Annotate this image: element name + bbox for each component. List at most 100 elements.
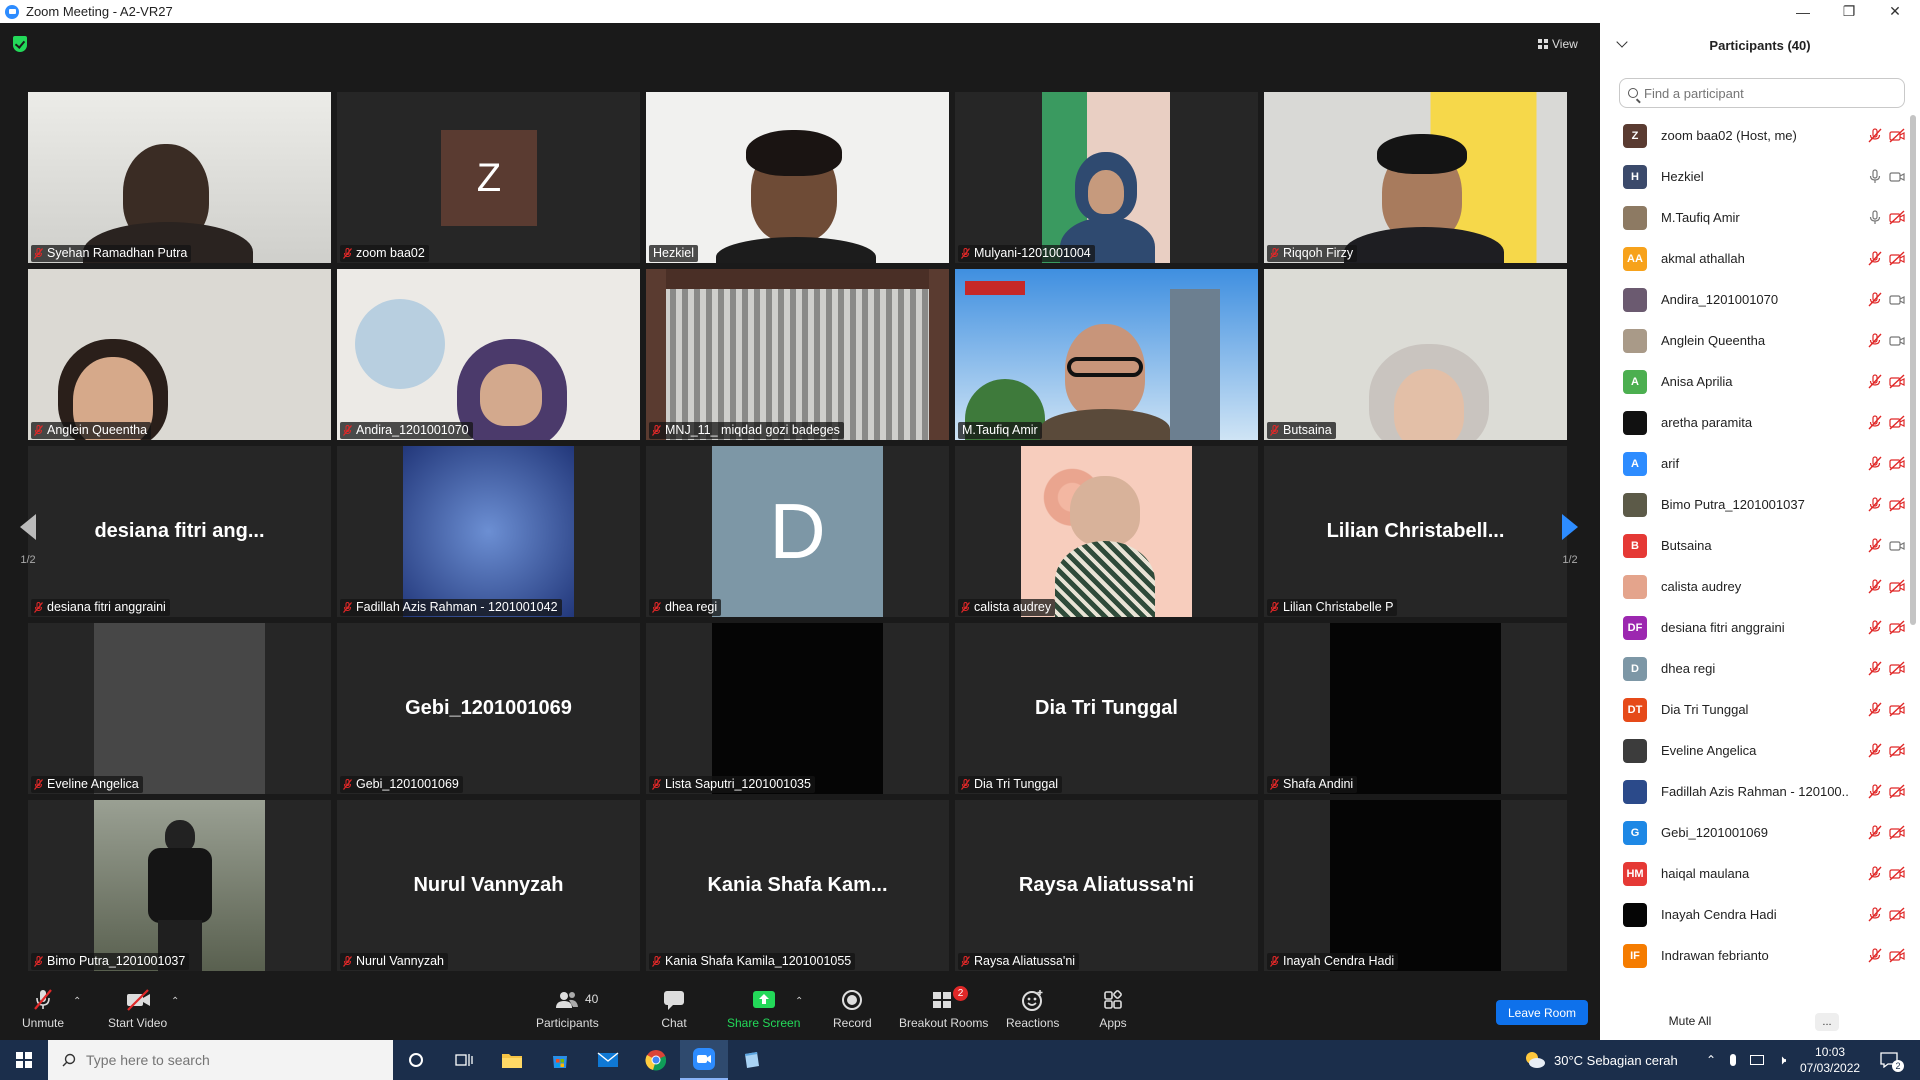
- mic-muted-icon[interactable]: [1867, 292, 1883, 307]
- video-tile[interactable]: MNJ_11_ miqdad gozi badeges: [646, 269, 949, 440]
- mic-muted-icon[interactable]: [1867, 948, 1883, 963]
- video-icon[interactable]: [1889, 333, 1905, 348]
- taskbar-search[interactable]: [48, 1040, 393, 1080]
- unmute-button[interactable]: Unmute: [22, 988, 64, 1030]
- video-tile[interactable]: Shafa Andini: [1264, 623, 1567, 794]
- mic-icon[interactable]: [1867, 169, 1883, 184]
- previous-page-button[interactable]: 1/2: [8, 485, 48, 595]
- chevron-down-icon[interactable]: [1616, 36, 1628, 48]
- mute-all-button[interactable]: Mute All: [1650, 1008, 1730, 1034]
- close-button[interactable]: ✕: [1872, 0, 1918, 23]
- video-tile[interactable]: Andira_1201001070: [337, 269, 640, 440]
- network-icon[interactable]: [1750, 1055, 1765, 1065]
- start-button[interactable]: [0, 1040, 48, 1080]
- reactions-button[interactable]: Reactions: [1006, 988, 1059, 1030]
- participant-row[interactable]: B Butsaina: [1600, 525, 1910, 566]
- mic-muted-icon[interactable]: [1867, 538, 1883, 553]
- mic-muted-icon[interactable]: [1867, 456, 1883, 471]
- video-off-icon[interactable]: [1889, 784, 1905, 799]
- mic-muted-icon[interactable]: [1867, 374, 1883, 389]
- video-tile[interactable]: Ddhea regi: [646, 446, 949, 617]
- video-tile[interactable]: desiana fitri ang... desiana fitri anggra…: [28, 446, 331, 617]
- participant-row[interactable]: Zzoom baa02 (Host, me): [1600, 115, 1910, 156]
- chrome-icon[interactable]: [632, 1040, 680, 1080]
- video-tile[interactable]: Butsaina: [1264, 269, 1567, 440]
- restore-button[interactable]: ❐: [1826, 0, 1872, 23]
- apps-button[interactable]: Apps: [1099, 988, 1127, 1030]
- more-options-button[interactable]: ...: [1815, 1013, 1839, 1031]
- video-tile[interactable]: calista audrey: [955, 446, 1258, 617]
- video-off-icon[interactable]: [1889, 128, 1905, 143]
- video-tile[interactable]: Nurul Vannyzah Nurul Vannyzah: [337, 800, 640, 971]
- participant-row[interactable]: Anglein Queentha: [1600, 320, 1910, 361]
- participant-search-input[interactable]: [1644, 85, 1884, 101]
- video-tile[interactable]: Dia Tri Tunggal Dia Tri Tunggal: [955, 623, 1258, 794]
- zoom-taskbar-icon[interactable]: [680, 1040, 728, 1080]
- participant-search[interactable]: [1619, 78, 1905, 108]
- mic-icon[interactable]: [1867, 210, 1883, 225]
- video-tile[interactable]: Anglein Queentha: [28, 269, 331, 440]
- mic-muted-icon[interactable]: [1867, 128, 1883, 143]
- video-tile[interactable]: Fadillah Azis Rahman - 1201001042: [337, 446, 640, 617]
- video-off-icon[interactable]: [1889, 620, 1905, 635]
- mic-muted-icon[interactable]: [1867, 251, 1883, 266]
- participant-row[interactable]: Fadillah Azis Rahman - 120100...: [1600, 771, 1910, 812]
- video-icon[interactable]: [1889, 292, 1905, 307]
- video-tile[interactable]: Kania Shafa Kam... Kania Shafa Kamila_120…: [646, 800, 949, 971]
- cortana-icon[interactable]: [392, 1040, 440, 1080]
- participant-row[interactable]: Bimo Putra_1201001037: [1600, 484, 1910, 525]
- video-off-icon[interactable]: [1889, 456, 1905, 471]
- video-tile[interactable]: Lilian Christabell... Lilian Christabelle…: [1264, 446, 1567, 617]
- video-tile[interactable]: M.Taufiq Amir: [955, 269, 1258, 440]
- video-tile[interactable]: Raysa Aliatussa'ni Raysa Aliatussa'ni: [955, 800, 1258, 971]
- share-options-caret[interactable]: ⌃: [795, 996, 803, 1007]
- video-off-icon[interactable]: [1889, 866, 1905, 881]
- video-off-icon[interactable]: [1889, 579, 1905, 594]
- view-button[interactable]: View: [1538, 33, 1596, 55]
- notifications-button[interactable]: 2: [1880, 1040, 1904, 1080]
- video-off-icon[interactable]: [1889, 374, 1905, 389]
- video-off-icon[interactable]: [1889, 251, 1905, 266]
- video-tile[interactable]: Mulyani-1201001004: [955, 92, 1258, 263]
- video-tile[interactable]: Eveline Angelica: [28, 623, 331, 794]
- video-off-icon[interactable]: [1889, 948, 1905, 963]
- video-off-icon[interactable]: [1889, 743, 1905, 758]
- mic-muted-icon[interactable]: [1867, 579, 1883, 594]
- video-tile[interactable]: Zzoom baa02: [337, 92, 640, 263]
- leave-room-button[interactable]: Leave Room: [1496, 1000, 1588, 1025]
- participant-row[interactable]: G Gebi_1201001069: [1600, 812, 1910, 853]
- weather-widget[interactable]: 30°C Sebagian cerah: [1524, 1040, 1678, 1080]
- breakout-rooms-button[interactable]: Breakout Rooms: [899, 988, 988, 1030]
- encryption-shield-icon[interactable]: [13, 36, 27, 52]
- video-tile[interactable]: Riqqoh Firzy: [1264, 92, 1567, 263]
- mic-muted-icon[interactable]: [1867, 784, 1883, 799]
- participant-list-scrollbar[interactable]: [1910, 115, 1916, 625]
- clock[interactable]: 10:03 07/03/2022: [1800, 1040, 1860, 1080]
- video-options-caret[interactable]: ⌃: [171, 996, 179, 1007]
- video-off-icon[interactable]: [1889, 825, 1905, 840]
- chevron-up-icon[interactable]: ⌃: [1706, 1053, 1716, 1067]
- mic-muted-icon[interactable]: [1867, 333, 1883, 348]
- next-page-button[interactable]: 1/2: [1550, 485, 1590, 595]
- video-icon[interactable]: [1889, 538, 1905, 553]
- participant-row[interactable]: A Anisa Aprilia: [1600, 361, 1910, 402]
- participant-row[interactable]: Aarif: [1600, 443, 1910, 484]
- video-off-icon[interactable]: [1889, 415, 1905, 430]
- participant-row[interactable]: Eveline Angelica: [1600, 730, 1910, 771]
- record-button[interactable]: Record: [833, 988, 872, 1030]
- participant-row[interactable]: Inayah Cendra Hadi: [1600, 894, 1910, 935]
- participant-row[interactable]: calista audrey: [1600, 566, 1910, 607]
- participant-row[interactable]: IF Indrawan febrianto: [1600, 935, 1910, 976]
- participant-row[interactable]: Andira_1201001070: [1600, 279, 1910, 320]
- video-tile[interactable]: Inayah Cendra Hadi: [1264, 800, 1567, 971]
- share-screen-button[interactable]: Share Screen: [727, 988, 800, 1030]
- video-tile[interactable]: Lista Saputri_1201001035: [646, 623, 949, 794]
- audio-options-caret[interactable]: ⌃: [73, 996, 81, 1007]
- mic-muted-icon[interactable]: [1867, 743, 1883, 758]
- mic-muted-icon[interactable]: [1867, 661, 1883, 676]
- microphone-icon[interactable]: [1730, 1054, 1737, 1066]
- video-tile[interactable]: Bimo Putra_1201001037: [28, 800, 331, 971]
- participant-row[interactable]: AA akmal athallah: [1600, 238, 1910, 279]
- mic-muted-icon[interactable]: [1867, 620, 1883, 635]
- participant-row[interactable]: H Hezkiel: [1600, 156, 1910, 197]
